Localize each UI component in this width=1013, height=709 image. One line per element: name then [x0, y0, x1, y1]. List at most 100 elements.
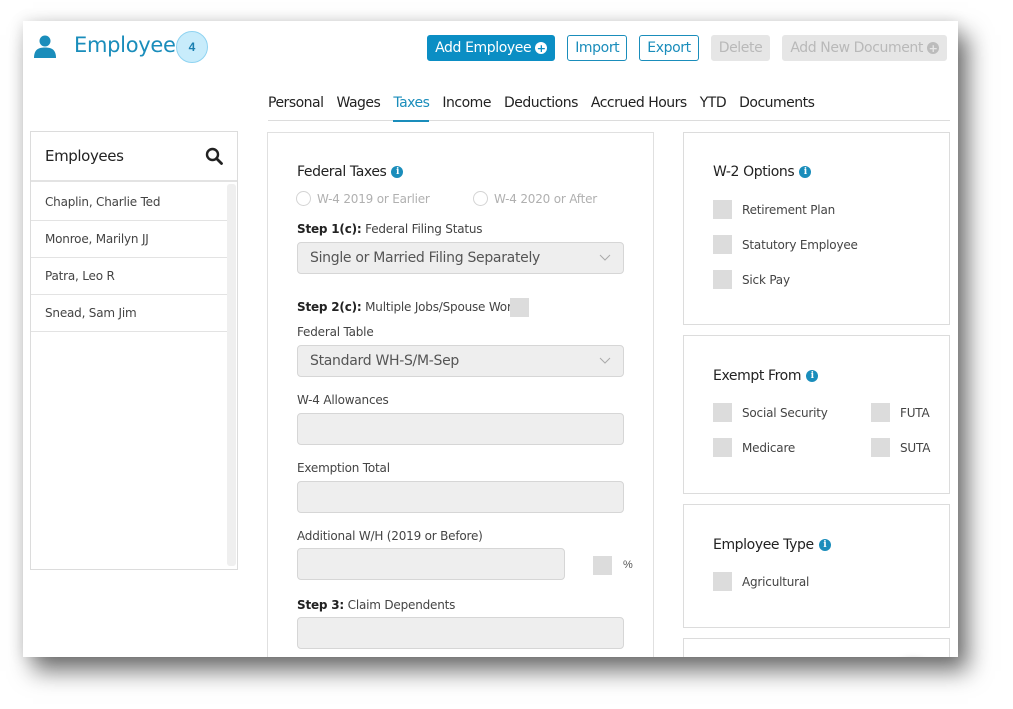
- step1-label: Federal Filing Status: [361, 222, 483, 236]
- exemption-total-input[interactable]: [297, 481, 624, 513]
- additional-wh-input[interactable]: [297, 548, 565, 580]
- futa-option[interactable]: FUTA: [871, 403, 930, 422]
- import-button[interactable]: Import: [567, 35, 628, 61]
- chevron-down-icon: [599, 254, 611, 261]
- employee-type-heading: Employee Type i: [713, 537, 831, 553]
- employee-list-item[interactable]: Snead, Sam Jim: [31, 295, 227, 332]
- step3-prefix: Step 3:: [297, 598, 345, 612]
- tab-deductions[interactable]: Deductions: [504, 93, 578, 121]
- checkbox[interactable]: [713, 572, 732, 591]
- checkbox[interactable]: [713, 438, 732, 457]
- checkbox[interactable]: [871, 438, 890, 457]
- export-button[interactable]: Export: [639, 35, 699, 61]
- step1-prefix: Step 1(c):: [297, 222, 362, 236]
- statutory-employee-label: Statutory Employee: [742, 237, 858, 252]
- page-title: Employees: [74, 33, 187, 57]
- federal-table-label: Federal Table: [297, 325, 374, 339]
- social-security-label: Social Security: [742, 405, 828, 420]
- agricultural-label: Agricultural: [742, 574, 810, 589]
- employees-panel-header: Employees: [31, 132, 237, 182]
- tab-bar: Personal Wages Taxes Income Deductions A…: [268, 93, 950, 122]
- employee-list: Chaplin, Charlie Ted Monroe, Marilyn JJ …: [31, 184, 227, 332]
- chevron-down-icon: [599, 357, 611, 364]
- info-icon[interactable]: i: [799, 166, 812, 178]
- exempt-from-heading: Exempt From i: [713, 368, 819, 384]
- user-icon: [34, 35, 56, 58]
- checkbox[interactable]: [713, 235, 732, 254]
- federal-taxes-panel: Federal Taxes i W-4 2019 or Earlier W-4 …: [267, 132, 654, 657]
- checkbox[interactable]: [713, 200, 732, 219]
- social-security-option[interactable]: Social Security: [713, 403, 828, 422]
- claim-dependents-label: Step 3: Claim Dependents: [297, 598, 455, 612]
- federal-taxes-heading: Federal Taxes i: [297, 164, 404, 180]
- info-icon[interactable]: i: [391, 166, 404, 178]
- filing-status-select[interactable]: Single or Married Filing Separately: [297, 242, 624, 274]
- suta-option[interactable]: SUTA: [871, 438, 930, 457]
- step2-prefix: Step 2(c):: [297, 300, 362, 314]
- futa-label: FUTA: [900, 405, 930, 420]
- statutory-employee-option[interactable]: Statutory Employee: [713, 235, 858, 254]
- tab-personal[interactable]: Personal: [268, 93, 324, 121]
- medicare-option[interactable]: Medicare: [713, 438, 795, 457]
- checkbox[interactable]: [871, 403, 890, 422]
- percent-label: %: [623, 559, 633, 571]
- tab-documents[interactable]: Documents: [739, 93, 815, 121]
- retirement-plan-label: Retirement Plan: [742, 202, 836, 217]
- delete-button[interactable]: Delete: [710, 35, 771, 61]
- federal-table-select[interactable]: Standard WH-S/M-Sep: [297, 345, 624, 377]
- multiple-jobs-label: Step 2(c): Multiple Jobs/Spouse Works: [297, 300, 525, 314]
- tab-income[interactable]: Income: [442, 93, 491, 121]
- employees-panel: Employees Chaplin, Charlie Ted Monroe, M…: [30, 131, 238, 570]
- toolbar: Add Employee + Import Export Delete Add …: [427, 35, 947, 61]
- w2-options-heading: W-2 Options i: [713, 164, 812, 180]
- tab-ytd[interactable]: YTD: [700, 93, 727, 121]
- employee-type-panel: Employee Type i Agricultural: [683, 504, 950, 628]
- radio-button[interactable]: [296, 191, 311, 206]
- multiple-jobs-checkbox[interactable]: [510, 298, 529, 317]
- filing-status-value: Single or Married Filing Separately: [310, 250, 541, 266]
- radio-w4-2019[interactable]: W-4 2019 or Earlier: [296, 191, 430, 206]
- search-icon[interactable]: [205, 147, 223, 165]
- employee-type-title: Employee Type: [713, 537, 814, 553]
- exempt-from-panel: Exempt From i Social Security Medicare F…: [683, 335, 950, 494]
- checkbox[interactable]: [713, 403, 732, 422]
- radio-button[interactable]: [473, 191, 488, 206]
- sick-pay-option[interactable]: Sick Pay: [713, 270, 790, 289]
- exemption-total-label: Exemption Total: [297, 461, 390, 475]
- app-window: Employees 4 Add Employee + Import Export…: [23, 21, 958, 657]
- add-new-document-label: Add New Document: [790, 40, 923, 56]
- employee-list-item[interactable]: Chaplin, Charlie Ted: [31, 184, 227, 221]
- employee-list-scrollbar[interactable]: [227, 184, 236, 566]
- claim-dependents-input[interactable]: [297, 617, 624, 649]
- w2-options-panel: W-2 Options i Retirement Plan Statutory …: [683, 132, 950, 325]
- info-icon[interactable]: i: [806, 370, 819, 382]
- tab-taxes[interactable]: Taxes: [393, 93, 430, 122]
- add-new-document-button[interactable]: Add New Document +: [782, 35, 947, 61]
- info-icon[interactable]: i: [818, 539, 831, 551]
- agricultural-option[interactable]: Agricultural: [713, 572, 809, 591]
- retirement-plan-option[interactable]: Retirement Plan: [713, 200, 835, 219]
- percent-checkbox[interactable]: [593, 556, 612, 575]
- filing-status-label: Step 1(c): Federal Filing Status: [297, 222, 483, 236]
- radio-w4-2019-label: W-4 2019 or Earlier: [317, 191, 430, 206]
- step3-label: Claim Dependents: [344, 598, 456, 612]
- tab-accrued-hours[interactable]: Accrued Hours: [591, 93, 687, 121]
- allowances-label: W-4 Allowances: [297, 393, 389, 407]
- add-employee-button[interactable]: Add Employee +: [427, 35, 556, 61]
- radio-w4-2020[interactable]: W-4 2020 or After: [473, 191, 597, 206]
- employee-list-item[interactable]: Monroe, Marilyn JJ: [31, 221, 227, 258]
- checkbox[interactable]: [713, 270, 732, 289]
- allowances-input[interactable]: [297, 413, 624, 445]
- tab-wages[interactable]: Wages: [337, 93, 381, 121]
- employee-count-badge: 4: [176, 31, 208, 63]
- plus-circle-icon: +: [927, 41, 939, 55]
- radio-w4-2020-label: W-4 2020 or After: [494, 191, 598, 206]
- additional-wh-label: Additional W/H (2019 or Before): [297, 529, 483, 543]
- w2-options-title: W-2 Options: [713, 164, 795, 180]
- add-employee-label: Add Employee: [435, 40, 532, 56]
- employee-list-item[interactable]: Patra, Leo R: [31, 258, 227, 295]
- exempt-from-title: Exempt From: [713, 368, 802, 384]
- sick-pay-label: Sick Pay: [742, 272, 790, 287]
- plus-circle-icon: +: [535, 41, 548, 55]
- next-options-panel: [683, 638, 950, 657]
